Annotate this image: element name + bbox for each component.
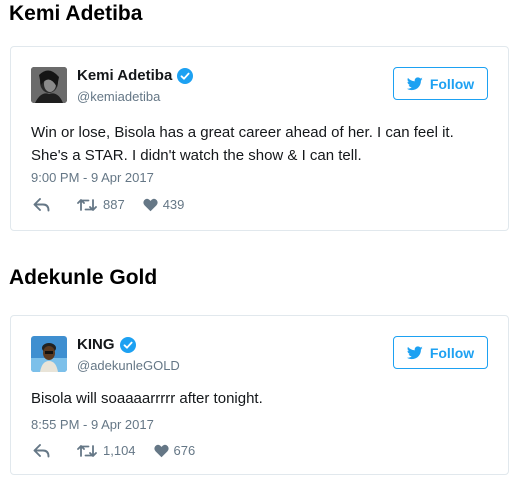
- heart-icon: [153, 444, 169, 457]
- avatar[interactable]: [31, 67, 67, 103]
- twitter-bird-icon: [406, 345, 423, 360]
- heart-icon: [143, 198, 158, 211]
- tweet-text: Bisola will soaaaarrrrr after tonight.: [31, 390, 263, 407]
- tweet-text: Win or lose, Bisola has a great career a…: [31, 124, 454, 164]
- like-count: 439: [162, 197, 185, 212]
- twitter-bird-icon: [406, 76, 423, 91]
- reply-button[interactable]: [33, 443, 57, 458]
- section-heading: Kemi Adetiba: [9, 2, 143, 25]
- profile-photo-icon: [31, 67, 67, 103]
- like-button[interactable]: 676: [153, 443, 196, 458]
- retweet-count: 1,104: [103, 443, 136, 458]
- reply-icon: [33, 197, 50, 211]
- avatar[interactable]: [31, 336, 67, 372]
- like-count: 676: [173, 443, 196, 458]
- retweet-icon: [77, 444, 97, 457]
- display-name[interactable]: Kemi Adetiba: [77, 67, 172, 84]
- follow-label: Follow: [429, 344, 475, 361]
- retweet-count: 887: [103, 197, 125, 212]
- reply-icon: [33, 443, 50, 457]
- verified-badge-icon: [177, 67, 194, 84]
- verified-badge-icon: [119, 336, 136, 353]
- follow-button[interactable]: Follow: [393, 67, 488, 100]
- follow-label: Follow: [429, 75, 475, 92]
- display-name[interactable]: KING: [77, 336, 115, 353]
- retweet-button[interactable]: 887: [77, 197, 125, 212]
- reply-button[interactable]: [33, 197, 57, 212]
- retweet-button[interactable]: 1,104: [77, 443, 136, 458]
- follow-button[interactable]: Follow: [393, 336, 488, 369]
- profile-photo-icon: [31, 336, 67, 372]
- retweet-icon: [77, 198, 97, 211]
- tweet-actions: 887 439: [33, 197, 184, 212]
- like-button[interactable]: 439: [143, 197, 185, 212]
- tweet-timestamp[interactable]: 8:55 PM - 9 Apr 2017: [31, 417, 154, 432]
- embedded-tweet-card: Kemi Adetiba @kemiadetiba Follow Win or …: [10, 46, 509, 231]
- handle[interactable]: @adekunleGOLD: [77, 358, 180, 373]
- embedded-tweet-card: KING @adekunleGOLD Follow Bisola will so…: [10, 315, 509, 475]
- tweet-timestamp[interactable]: 9:00 PM - 9 Apr 2017: [31, 170, 154, 185]
- handle[interactable]: @kemiadetiba: [77, 89, 160, 104]
- tweet-actions: 1,104 676: [33, 443, 195, 458]
- section-heading: Adekunle Gold: [9, 266, 158, 289]
- name-row: Kemi Adetiba: [77, 67, 194, 84]
- name-row: KING: [77, 336, 136, 353]
